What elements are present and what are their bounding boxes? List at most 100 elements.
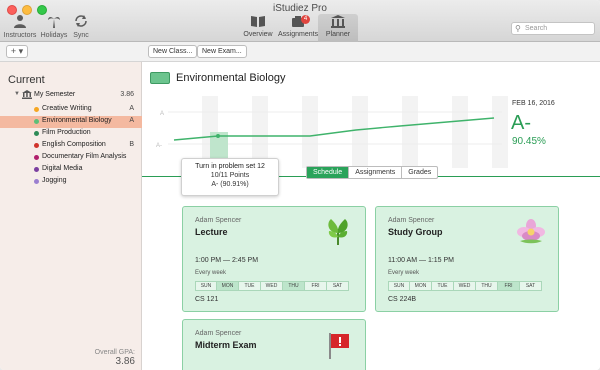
semester-row[interactable]: ▼ My Semester 3.86 xyxy=(0,90,142,102)
tooltip-title: Turn in problem set 12 xyxy=(195,163,265,170)
chart-axis-top: A xyxy=(160,111,164,117)
card-instructor: Adam Spencer xyxy=(195,217,242,224)
card-title: Midterm Exam xyxy=(195,340,257,350)
weekday-tue: TUE xyxy=(432,281,454,291)
search-icon: ⚲ xyxy=(515,24,521,33)
weekday-sun: SUN xyxy=(195,281,217,291)
grade-tooltip: Turn in problem set 12 10/11 Points A- (… xyxy=(181,158,279,196)
course-color-chip xyxy=(150,72,170,84)
search-input[interactable]: ⚲ Search xyxy=(511,22,595,35)
card-time: 1:00 PM — 2:45 PM xyxy=(195,257,259,264)
course-name: Environmental Biology xyxy=(42,117,112,124)
course-grade: A xyxy=(129,117,134,124)
weekday-strip: SUN MON TUE WED THU FRI SAT xyxy=(195,281,349,291)
sidebar: Current ▼ My Semester 3.86 Creative Writ… xyxy=(0,62,142,370)
sync-label: Sync xyxy=(73,32,89,39)
weekday-sat: SAT xyxy=(327,281,349,291)
card-room: CS 121 xyxy=(195,296,219,303)
instructors-button[interactable]: Instructors xyxy=(3,14,37,40)
card-room: CS 224B xyxy=(388,296,417,303)
search-placeholder: Search xyxy=(525,25,548,32)
semester-name: My Semester xyxy=(34,91,76,98)
weekday-wed: WED xyxy=(261,281,283,291)
weekday-thu: THU xyxy=(476,281,498,291)
card-instructor: Adam Spencer xyxy=(195,330,242,337)
weekday-thu: THU xyxy=(283,281,305,291)
course-name: Documentary Film Analysis xyxy=(42,153,127,160)
weekday-fri: FRI xyxy=(498,281,520,291)
card-frequency: Every week xyxy=(388,270,420,276)
assignments-label: Assignments xyxy=(278,31,319,38)
toolbar: iStudiez Pro Instructors Holidays Sync O… xyxy=(0,0,600,42)
weekday-sat: SAT xyxy=(520,281,542,291)
course-name: Jogging xyxy=(42,177,67,184)
new-class-button[interactable]: New Class... xyxy=(148,45,198,58)
sidebar-item-creative-writing[interactable]: Creative Writing A xyxy=(0,104,142,116)
overview-tab[interactable]: Overview xyxy=(238,14,278,42)
course-title: Environmental Biology xyxy=(176,72,286,84)
card-title: Lecture xyxy=(195,227,228,237)
add-menu-button[interactable]: + ▾ xyxy=(6,45,28,58)
flag-icon xyxy=(323,330,353,360)
weekday-wed: WED xyxy=(454,281,476,291)
class-card-lecture[interactable]: Adam Spencer Lecture 1:00 PM — 2:45 PM E… xyxy=(182,206,366,312)
assignments-icon xyxy=(278,14,318,31)
new-exam-button[interactable]: New Exam... xyxy=(197,45,247,58)
weekday-mon: MON xyxy=(217,281,239,291)
weekday-mon: MON xyxy=(410,281,432,291)
weekday-strip: SUN MON TUE WED THU FRI SAT xyxy=(388,281,542,291)
semester-gpa: 3.86 xyxy=(120,91,134,98)
sync-button[interactable]: Sync xyxy=(64,14,98,40)
overall-gpa-value: 3.86 xyxy=(115,356,135,367)
section-tabs: Schedule Assignments Grades xyxy=(306,166,439,179)
schedule-cards: Adam Spencer Lecture 1:00 PM — 2:45 PM E… xyxy=(142,180,600,370)
planner-icon xyxy=(318,14,358,31)
planner-tab[interactable]: Planner xyxy=(318,14,358,42)
chart-axis-bottom: A- xyxy=(156,143,162,149)
sidebar-item-english-composition[interactable]: English Composition B xyxy=(0,140,142,152)
tab-schedule[interactable]: Schedule xyxy=(307,167,350,178)
tab-grades[interactable]: Grades xyxy=(402,167,437,178)
grade-point[interactable] xyxy=(216,134,220,138)
weekday-tue: TUE xyxy=(239,281,261,291)
grade-letter: A- xyxy=(511,112,531,134)
grade-percent: 90.45% xyxy=(512,136,546,147)
course-name: Creative Writing xyxy=(42,105,92,112)
leaf-icon xyxy=(323,217,353,247)
sidebar-item-film-production[interactable]: Film Production xyxy=(0,128,142,140)
sidebar-item-jogging[interactable]: Jogging xyxy=(0,176,142,188)
card-frequency: Every week xyxy=(195,270,227,276)
course-color-dot xyxy=(34,107,39,112)
sidebar-item-environmental-biology[interactable]: Environmental Biology A xyxy=(0,116,142,128)
class-card-study-group[interactable]: Adam Spencer Study Group 11:00 AM — 1:15… xyxy=(375,206,559,312)
assignments-tab[interactable]: 4 Assignments xyxy=(278,14,318,42)
weekday-fri: FRI xyxy=(305,281,327,291)
grade-trend-line xyxy=(173,117,495,141)
book-icon xyxy=(238,14,278,31)
flower-icon xyxy=(516,217,546,247)
course-color-dot xyxy=(34,179,39,184)
overall-gpa-label: Overall GPA: xyxy=(94,349,135,356)
person-icon xyxy=(3,14,37,31)
tab-assignments[interactable]: Assignments xyxy=(349,167,403,178)
course-grade: B xyxy=(129,141,134,148)
card-time: 11:00 AM — 1:15 PM xyxy=(388,257,455,264)
sidebar-item-documentary-film-analysis[interactable]: Documentary Film Analysis xyxy=(0,152,142,164)
tooltip-grade: A- (90.91%) xyxy=(211,181,249,188)
course-name: Film Production xyxy=(42,129,91,136)
action-bar: + ▾ New Class... New Exam... xyxy=(0,42,600,62)
exam-card-midterm[interactable]: Adam Spencer Midterm Exam xyxy=(182,319,366,370)
card-instructor: Adam Spencer xyxy=(388,217,435,224)
sync-icon xyxy=(64,14,98,31)
course-color-dot xyxy=(34,155,39,160)
course-color-dot xyxy=(34,143,39,148)
sidebar-heading: Current xyxy=(8,74,45,86)
course-color-dot xyxy=(34,119,39,124)
course-color-dot xyxy=(34,131,39,136)
card-title: Study Group xyxy=(388,227,443,237)
disclosure-triangle-icon[interactable]: ▼ xyxy=(14,91,20,97)
semester-icon xyxy=(22,90,32,101)
sidebar-item-digital-media[interactable]: Digital Media xyxy=(0,164,142,176)
overview-label: Overview xyxy=(243,31,273,38)
course-name: Digital Media xyxy=(42,165,83,172)
